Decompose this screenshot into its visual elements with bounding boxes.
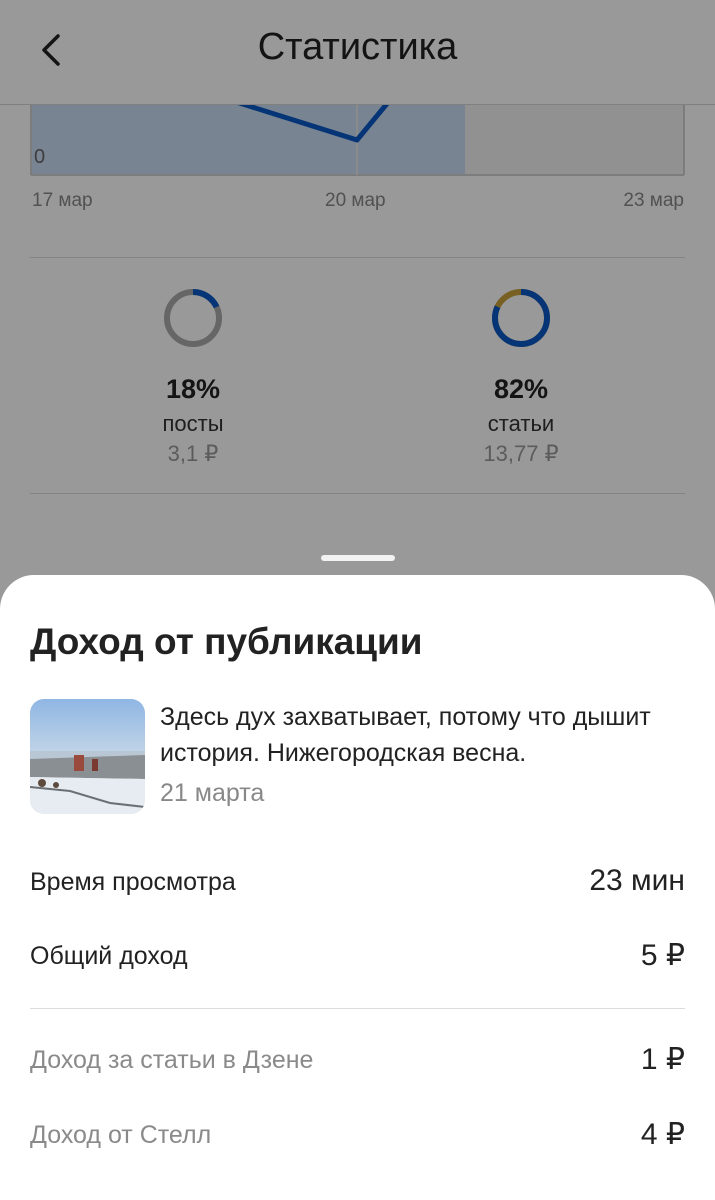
publication-thumbnail[interactable] (30, 699, 145, 814)
row-label: Время просмотра (30, 868, 236, 896)
row-label: Общий доход (30, 942, 188, 970)
divider (30, 1008, 685, 1009)
row-view-time: Время просмотра 23 мин (30, 864, 685, 908)
row-value: 1 ₽ (640, 1043, 685, 1076)
row-value: 5 ₽ (640, 939, 685, 972)
sheet-title: Доход от публикации (30, 621, 423, 662)
row-value: 4 ₽ (640, 1118, 685, 1151)
row-stells-income: Доход от Стелл 4 ₽ (30, 1118, 685, 1161)
row-label: Доход за статьи в Дзене (30, 1046, 314, 1074)
publication-income-sheet: Доход от публикации Здесь дух захватывае… (0, 575, 715, 1200)
sheet-drag-handle[interactable] (321, 555, 395, 561)
publication-image (30, 699, 145, 814)
row-articles-income: Доход за статьи в Дзене 1 ₽ (30, 1043, 685, 1086)
publication-title[interactable]: Здесь дух захватывает, потому что дышит … (160, 699, 690, 771)
row-label: Доход от Стелл (30, 1121, 212, 1149)
row-total-income: Общий доход 5 ₽ (30, 939, 685, 982)
row-value: 23 мин (589, 864, 685, 897)
publication-date: 21 марта (160, 779, 265, 807)
